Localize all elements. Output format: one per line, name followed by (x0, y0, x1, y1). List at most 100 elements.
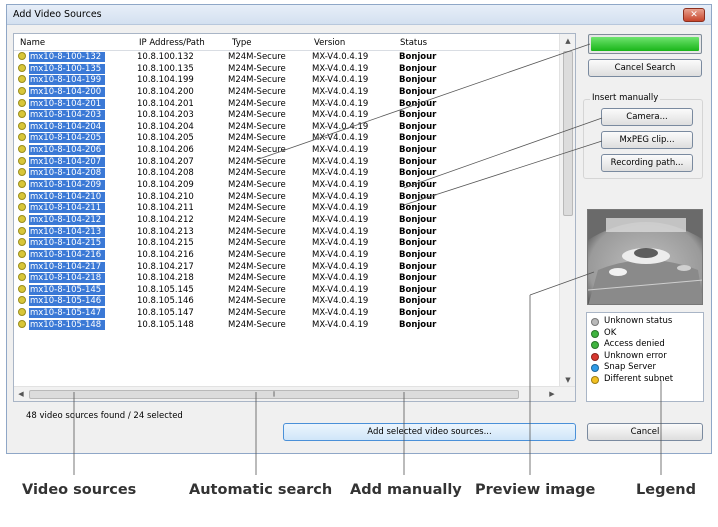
table-row[interactable]: mx10-8-104-206 10.8.104.206 M24M-Secure MX-… (14, 145, 560, 157)
bonjour-status-icon (18, 191, 26, 200)
bonjour-status-icon (18, 63, 26, 72)
table-row[interactable]: mx10-8-104-200 10.8.104.200 M24M-Secure MX-… (14, 86, 560, 99)
table-row[interactable]: mx10-8-104-203 10.8.104.203 M24M-Secure MX-… (14, 110, 560, 122)
status-cell: Bonjour (399, 319, 437, 330)
name-cell: mx10-8-104-210 (18, 191, 126, 204)
table-row[interactable]: mx10-8-104-210 10.8.104.210 M24M-Secure MX-… (14, 191, 560, 204)
status-cell: Bonjour (399, 308, 437, 319)
title-bar[interactable]: Add Video Sources ✕ (7, 5, 711, 25)
table-row[interactable]: mx10-8-104-211 10.8.104.211 M24M-Secure MX-… (14, 203, 560, 215)
version-cell: MX-V4.0.4.19 (312, 121, 369, 132)
bonjour-status-icon (18, 145, 26, 154)
status-cell: Bonjour (399, 226, 437, 237)
ip-cell: 10.8.104.204 (137, 121, 194, 132)
add-selected-button[interactable]: Add selected video sources... (283, 423, 576, 441)
table-row[interactable]: mx10-8-104-201 10.8.104.201 M24M-Secure MX-… (14, 98, 560, 111)
table-row[interactable]: mx10-8-105-148 10.8.105.148 M24M-Secure MX-… (14, 319, 560, 332)
parking-garage-image (588, 210, 702, 304)
table-row[interactable]: mx10-8-105-147 10.8.105.147 M24M-Secure MX-… (14, 308, 560, 320)
bonjour-status-icon (18, 168, 26, 177)
legend-label: Unknown error (604, 350, 667, 361)
table-row[interactable]: mx10-8-100-132 10.8.100.132 M24M-Secure MX-… (14, 52, 560, 64)
legend-item: Access denied (587, 339, 703, 351)
table-row[interactable]: mx10-8-105-146 10.8.105.146 M24M-Secure MX-… (14, 296, 560, 308)
cancel-search-button[interactable]: Cancel Search (588, 59, 702, 77)
column-header-status[interactable]: Status (400, 38, 427, 48)
camera-button[interactable]: Camera... (601, 108, 693, 126)
video-source-list[interactable]: Name IP Address/Path Type Version Status… (13, 33, 576, 402)
recording-path-button[interactable]: Recording path... (601, 154, 693, 172)
source-name: mx10-8-104-207 (29, 156, 106, 167)
table-row[interactable]: mx10-8-104-205 10.8.104.205 M24M-Secure MX-… (14, 133, 560, 145)
legend-label: Different subnet (604, 373, 674, 384)
version-cell: MX-V4.0.4.19 (312, 52, 369, 62)
column-header-name[interactable]: Name (20, 38, 45, 48)
table-row[interactable]: mx10-8-104-199 10.8.104.199 M24M-Secure MX-… (14, 75, 560, 87)
source-name: mx10-8-104-200 (29, 86, 106, 97)
column-header-version[interactable]: Version (314, 38, 345, 48)
status-cell: Bonjour (399, 296, 437, 307)
legend-label: Unknown status (604, 316, 673, 326)
version-cell: MX-V4.0.4.19 (312, 86, 369, 97)
table-row[interactable]: mx10-8-105-145 10.8.105.145 M24M-Secure MX-… (14, 284, 560, 297)
scroll-down-icon[interactable]: ▼ (560, 373, 576, 387)
name-cell: mx10-8-104-209 (18, 180, 126, 192)
bonjour-status-icon (18, 98, 26, 107)
table-row[interactable]: mx10-8-104-218 10.8.104.218 M24M-Secure MX-… (14, 273, 560, 285)
vertical-scrollbar[interactable]: ▲ ▼ (559, 34, 575, 387)
ip-cell: 10.8.104.212 (137, 214, 194, 225)
name-cell: mx10-8-100-132 (18, 52, 126, 64)
table-row[interactable]: mx10-8-104-208 10.8.104.208 M24M-Secure MX-… (14, 168, 560, 180)
table-row[interactable]: mx10-8-104-217 10.8.104.217 M24M-Secure MX-… (14, 261, 560, 274)
scroll-left-icon[interactable]: ◀ (14, 387, 28, 402)
close-icon[interactable]: ✕ (683, 8, 705, 22)
scroll-right-icon[interactable]: ▶ (545, 387, 559, 402)
column-header-type[interactable]: Type (232, 38, 252, 48)
version-cell: MX-V4.0.4.19 (312, 145, 369, 156)
source-name: mx10-8-104-215 (29, 238, 106, 249)
table-row[interactable]: mx10-8-104-212 10.8.104.212 M24M-Secure MX-… (14, 214, 560, 227)
bonjour-status-icon (18, 308, 26, 317)
version-cell: MX-V4.0.4.19 (312, 214, 369, 225)
cancel-button[interactable]: Cancel (587, 423, 703, 441)
horizontal-scroll-thumb[interactable]: ⫼ (29, 390, 519, 399)
bonjour-status-icon (18, 284, 26, 293)
table-row[interactable]: mx10-8-104-209 10.8.104.209 M24M-Secure MX-… (14, 180, 560, 192)
bonjour-status-icon (18, 319, 26, 328)
table-row[interactable]: mx10-8-104-204 10.8.104.204 M24M-Secure MX-… (14, 121, 560, 134)
version-cell: MX-V4.0.4.19 (312, 319, 369, 330)
table-row[interactable]: mx10-8-104-207 10.8.104.207 M24M-Secure MX-… (14, 156, 560, 169)
mxpeg-clip-button[interactable]: MxPEG clip... (601, 131, 693, 149)
source-name: mx10-8-104-204 (29, 121, 106, 132)
ip-cell: 10.8.104.211 (137, 203, 194, 214)
table-row[interactable]: mx10-8-104-215 10.8.104.215 M24M-Secure MX-… (14, 238, 560, 250)
name-cell: mx10-8-104-204 (18, 121, 126, 134)
type-cell: M24M-Secure (228, 86, 286, 97)
name-cell: mx10-8-104-216 (18, 249, 126, 262)
scroll-up-icon[interactable]: ▲ (560, 34, 576, 48)
name-cell: mx10-8-105-148 (18, 319, 126, 332)
type-cell: M24M-Secure (228, 156, 286, 167)
table-row[interactable]: mx10-8-100-135 10.8.100.135 M24M-Secure MX-… (14, 63, 560, 76)
horizontal-scrollbar[interactable]: ◀ ⫼ ▶ (14, 386, 575, 401)
version-cell: MX-V4.0.4.19 (312, 249, 369, 260)
callout-preview-image: Preview image (475, 482, 596, 498)
different-subnet-icon (591, 375, 599, 384)
type-cell: M24M-Secure (228, 319, 286, 330)
legend-item: Unknown status (587, 316, 703, 328)
source-name: mx10-8-104-206 (29, 145, 106, 156)
status-cell: Bonjour (399, 63, 437, 74)
table-row[interactable]: mx10-8-104-213 10.8.104.213 M24M-Secure MX-… (14, 226, 560, 239)
ip-cell: 10.8.105.145 (137, 284, 194, 295)
vertical-scroll-thumb[interactable] (563, 51, 573, 216)
bonjour-status-icon (18, 86, 26, 95)
status-cell: Bonjour (399, 180, 437, 191)
bonjour-status-icon (18, 214, 26, 223)
bonjour-status-icon (18, 121, 26, 130)
column-header-ip[interactable]: IP Address/Path (139, 38, 205, 48)
bonjour-status-icon (18, 52, 26, 60)
snap-server-icon (591, 364, 599, 373)
name-cell: mx10-8-104-200 (18, 86, 126, 99)
type-cell: M24M-Secure (228, 121, 286, 132)
table-row[interactable]: mx10-8-104-216 10.8.104.216 M24M-Secure MX-… (14, 249, 560, 262)
